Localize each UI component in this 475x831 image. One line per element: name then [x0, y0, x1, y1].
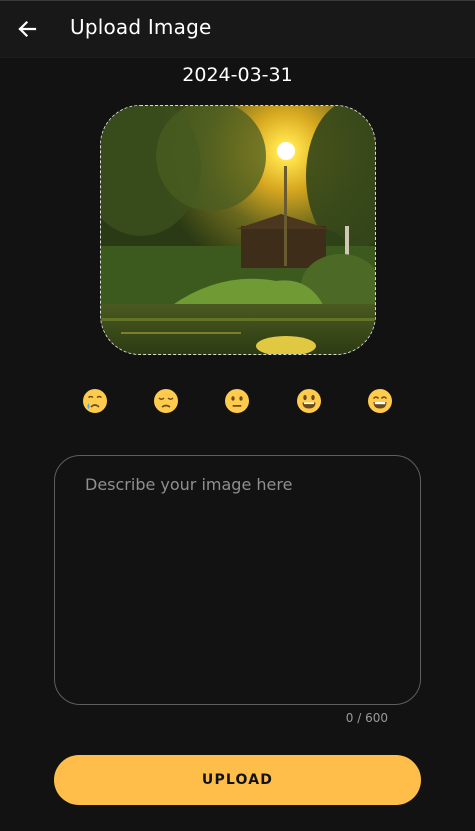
app-bar: Upload Image [0, 1, 475, 58]
sunset-pond-image [101, 106, 375, 354]
selected-image[interactable] [100, 105, 376, 355]
mood-disappointed[interactable] [152, 387, 180, 415]
page-title: Upload Image [70, 15, 212, 39]
grinning-face-icon [297, 389, 321, 413]
mood-smiling[interactable] [295, 387, 323, 415]
mood-crying[interactable] [81, 387, 109, 415]
crying-face-icon [83, 389, 107, 413]
back-button[interactable] [12, 13, 42, 45]
character-counter: 0 / 600 [345, 711, 388, 725]
beaming-face-icon [368, 389, 392, 413]
mood-neutral[interactable] [223, 387, 251, 415]
disappointed-face-icon [154, 389, 178, 413]
mood-selector [0, 387, 475, 415]
description-input[interactable] [85, 474, 395, 684]
upload-button[interactable]: UPLOAD [54, 755, 421, 805]
neutral-face-icon [225, 389, 249, 413]
entry-date: 2024-03-31 [182, 64, 293, 86]
mood-big-grin[interactable] [366, 387, 394, 415]
upload-image-screen: Upload Image 2024-03-31 Describe your im… [0, 0, 475, 831]
description-field[interactable] [54, 455, 421, 705]
arrow-left-icon [18, 20, 37, 38]
